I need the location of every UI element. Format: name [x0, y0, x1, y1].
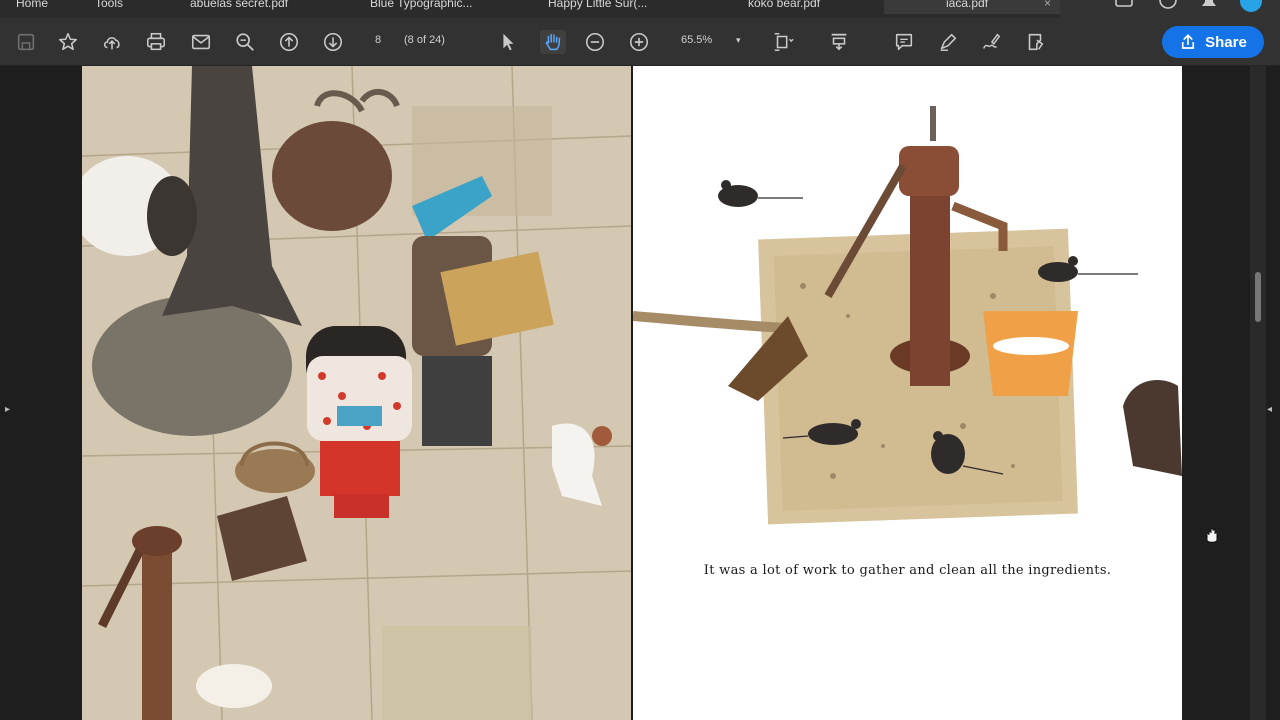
tab-document-2[interactable]: Blue Typographic... — [370, 0, 495, 14]
page-right: It was a lot of work to gather and clean… — [633, 66, 1182, 720]
page-up-icon[interactable] — [277, 30, 301, 54]
highlight-pen-icon[interactable] — [936, 30, 960, 54]
hand-tool-icon[interactable] — [540, 30, 566, 54]
tab-document-5-label: iaca.pdf — [946, 0, 989, 10]
tab-bar: Home Tools abuelas secret.pdf Blue Typog… — [0, 0, 1280, 18]
sign-icon[interactable] — [979, 30, 1003, 54]
email-icon[interactable] — [189, 30, 213, 54]
page-number-input[interactable]: 8 — [375, 34, 381, 46]
zoom-in-icon[interactable] — [627, 30, 651, 54]
top-right-cluster — [1060, 0, 1280, 18]
comment-icon[interactable] — [892, 30, 916, 54]
toolbar: 8 (8 of 24) 65.5% ▾ Share — [0, 18, 1280, 66]
search-icon[interactable] — [233, 30, 257, 54]
tab-document-1[interactable]: abuelas secret.pdf — [190, 0, 310, 14]
page-left-illustration — [82, 66, 631, 720]
vertical-scrollbar[interactable] — [1250, 66, 1266, 720]
scrollbar-thumb[interactable] — [1255, 272, 1261, 322]
right-panel-toggle-icon[interactable]: ◂ — [1267, 404, 1272, 415]
page-down-icon[interactable] — [321, 30, 345, 54]
star-icon[interactable] — [56, 30, 80, 54]
upload-cloud-icon[interactable] — [100, 30, 124, 54]
bell-icon[interactable] — [1200, 0, 1218, 10]
document-viewer[interactable]: ▸ ◂ It was a lot of work to gather and c… — [0, 66, 1280, 720]
courtyard-illustration — [82, 66, 631, 720]
tab-document-3[interactable]: Happy Little Sur(... — [548, 0, 673, 14]
help-icon[interactable] — [1158, 0, 1178, 10]
tab-tools[interactable]: Tools — [95, 0, 123, 14]
page-caption: It was a lot of work to gather and clean… — [703, 563, 1112, 578]
share-label: Share — [1205, 33, 1247, 51]
left-panel-toggle-icon[interactable]: ▸ — [5, 404, 10, 415]
page-total: (8 of 24) — [404, 34, 445, 46]
tab-home[interactable]: Home — [16, 0, 48, 14]
share-icon — [1182, 34, 1195, 49]
share-button[interactable]: Share — [1162, 26, 1264, 58]
page-layout-icon[interactable] — [771, 30, 795, 54]
tab-close-icon[interactable]: × — [1044, 0, 1051, 14]
scroll-mode-icon[interactable] — [827, 30, 851, 54]
stamp-tool-icon[interactable] — [1023, 30, 1047, 54]
chat-icon[interactable] — [1115, 0, 1133, 10]
zoom-level[interactable]: 65.5% — [681, 34, 712, 46]
mouse-cursor-icon — [1206, 528, 1218, 543]
tab-document-4[interactable]: koko bear.pdf — [748, 0, 848, 14]
zoom-dropdown-chevron-icon[interactable]: ▾ — [736, 35, 741, 46]
tab-document-5-active[interactable]: iaca.pdf — [884, 0, 1064, 14]
avatar[interactable] — [1238, 0, 1264, 14]
zoom-out-icon[interactable] — [583, 30, 607, 54]
select-cursor-icon[interactable] — [496, 30, 520, 54]
print-icon[interactable] — [144, 30, 168, 54]
water-pump-illustration — [633, 106, 1182, 525]
save-icon[interactable] — [14, 30, 38, 54]
